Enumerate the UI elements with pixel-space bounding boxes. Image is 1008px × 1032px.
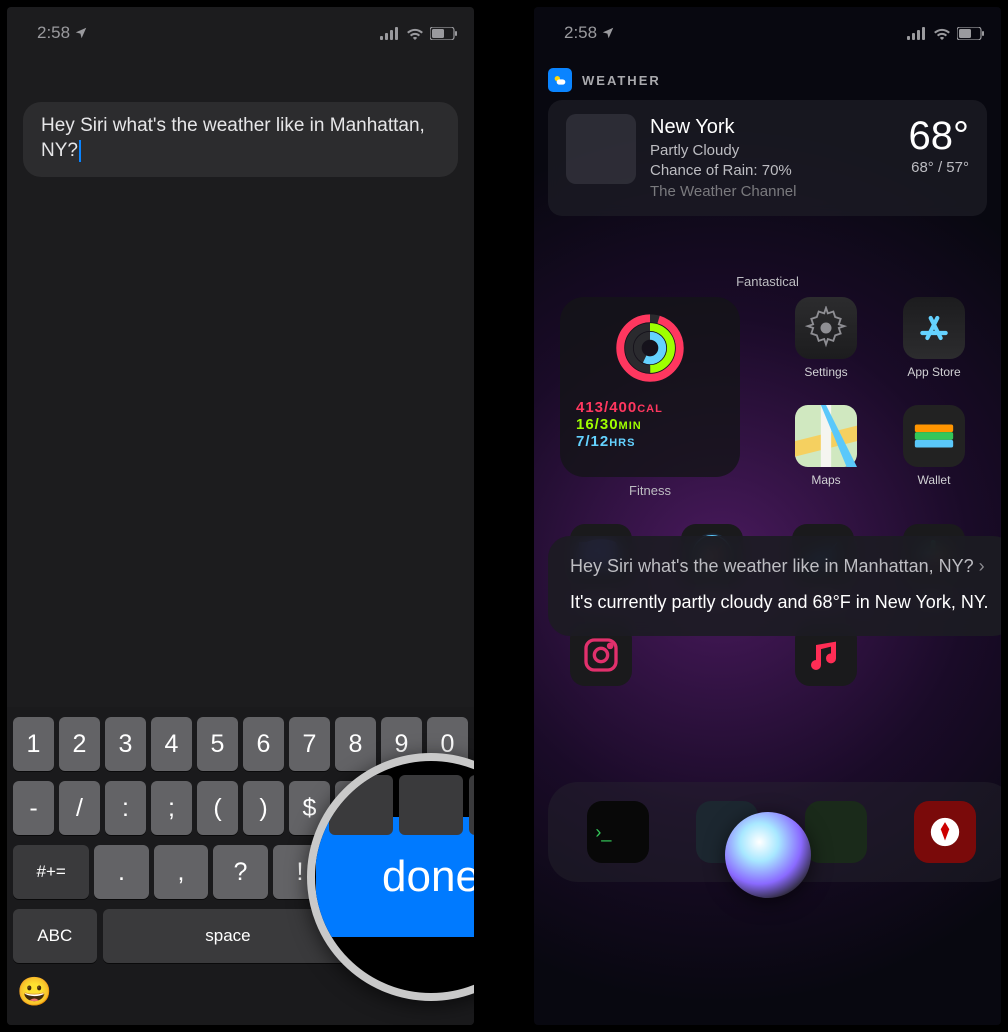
fitness-widget[interactable]: 413/400CAL 16/30MIN 7/12HRS bbox=[560, 297, 740, 477]
maps-icon bbox=[795, 405, 857, 467]
dock-app-terminal[interactable]: ›_ bbox=[587, 801, 649, 863]
fitness-label: Fitness bbox=[560, 483, 740, 498]
key-/[interactable]: / bbox=[59, 781, 100, 835]
instagram-icon bbox=[581, 635, 621, 675]
cellular-icon bbox=[380, 27, 400, 40]
weather-card[interactable]: New York Partly Cloudy Chance of Rain: 7… bbox=[548, 100, 987, 216]
siri-question: Hey Siri what's the weather like in Manh… bbox=[570, 554, 993, 578]
battery-icon bbox=[430, 27, 458, 40]
cellular-icon bbox=[907, 27, 927, 40]
wifi-icon bbox=[406, 27, 424, 40]
key-2[interactable]: 2 bbox=[59, 717, 100, 771]
weather-condition: Partly Cloudy bbox=[650, 141, 895, 161]
chevron-right-icon: › bbox=[979, 556, 985, 576]
weather-thumbnail bbox=[566, 114, 636, 184]
key-)[interactable]: ) bbox=[243, 781, 284, 835]
dock-app-messages[interactable] bbox=[805, 801, 867, 863]
appstore-icon bbox=[914, 308, 954, 348]
app-wallet[interactable]: Wallet bbox=[893, 405, 975, 487]
key-6[interactable]: 6 bbox=[243, 717, 284, 771]
location-icon bbox=[74, 26, 88, 40]
siri-answer: It's currently partly cloudy and 68°F in… bbox=[570, 590, 993, 614]
key-3[interactable]: 3 bbox=[105, 717, 146, 771]
app-appstore[interactable]: App Store bbox=[893, 297, 975, 379]
status-bar: 2:58 bbox=[7, 7, 474, 52]
key-5[interactable]: 5 bbox=[197, 717, 238, 771]
battery-icon bbox=[957, 27, 985, 40]
music-icon bbox=[806, 635, 846, 675]
right-phone-siri-response: 2:58 WEATHER New York Partly Cloudy Chan… bbox=[534, 7, 1001, 1025]
weather-city: New York bbox=[650, 114, 895, 141]
fantastical-label: Fantastical bbox=[560, 274, 975, 289]
app-settings[interactable]: Settings bbox=[785, 297, 867, 379]
fitness-cal: 413/400 bbox=[576, 399, 637, 416]
wifi-icon bbox=[933, 27, 951, 40]
fitness-hrs: 7/12 bbox=[576, 433, 609, 450]
weather-widget-header: WEATHER bbox=[548, 68, 987, 92]
dock-app-launcher[interactable] bbox=[914, 801, 976, 863]
settings-icon bbox=[804, 306, 848, 350]
app-maps[interactable]: Maps bbox=[785, 405, 867, 487]
key-1[interactable]: 1 bbox=[13, 717, 54, 771]
weather-hilo: 68° / 57° bbox=[909, 159, 970, 176]
location-icon bbox=[601, 26, 615, 40]
key-8[interactable]: 8 bbox=[335, 717, 376, 771]
wallet-icon bbox=[911, 413, 957, 459]
text-cursor bbox=[79, 140, 81, 162]
activity-rings-icon bbox=[615, 313, 685, 383]
weather-rain: Chance of Rain: 70% bbox=[650, 161, 895, 181]
done-button-large[interactable]: done bbox=[316, 817, 474, 937]
status-time: 2:58 bbox=[37, 23, 70, 43]
key-?[interactable]: ? bbox=[213, 845, 267, 899]
left-phone-siri-typing: 2:58 Hey Siri what's the weather like in… bbox=[7, 7, 474, 1025]
key-7[interactable]: 7 bbox=[289, 717, 330, 771]
status-bar: 2:58 bbox=[534, 7, 1001, 52]
siri-request-bubble[interactable]: Hey Siri what's the weather like in Manh… bbox=[23, 102, 458, 177]
key-.[interactable]: . bbox=[94, 845, 148, 899]
key-;[interactable]: ; bbox=[151, 781, 192, 835]
weather-app-icon bbox=[548, 68, 572, 92]
shift-key[interactable]: #+= bbox=[13, 845, 89, 899]
key--[interactable]: - bbox=[13, 781, 54, 835]
siri-request-text: Hey Siri what's the weather like in Manh… bbox=[41, 115, 425, 161]
fitness-min: 16/30 bbox=[576, 416, 619, 433]
siri-response-panel[interactable]: Hey Siri what's the weather like in Manh… bbox=[548, 536, 1001, 637]
key-,[interactable]: , bbox=[154, 845, 208, 899]
emoji-key[interactable]: 😀 bbox=[17, 975, 51, 1009]
weather-source: The Weather Channel bbox=[650, 182, 895, 202]
key-([interactable]: ( bbox=[197, 781, 238, 835]
weather-temp: 68° bbox=[909, 114, 970, 159]
status-time: 2:58 bbox=[564, 23, 597, 43]
siri-orb[interactable] bbox=[725, 812, 811, 898]
key-4[interactable]: 4 bbox=[151, 717, 192, 771]
key-:[interactable]: : bbox=[105, 781, 146, 835]
abc-key[interactable]: ABC bbox=[13, 909, 97, 963]
weather-header-label: WEATHER bbox=[582, 73, 661, 88]
